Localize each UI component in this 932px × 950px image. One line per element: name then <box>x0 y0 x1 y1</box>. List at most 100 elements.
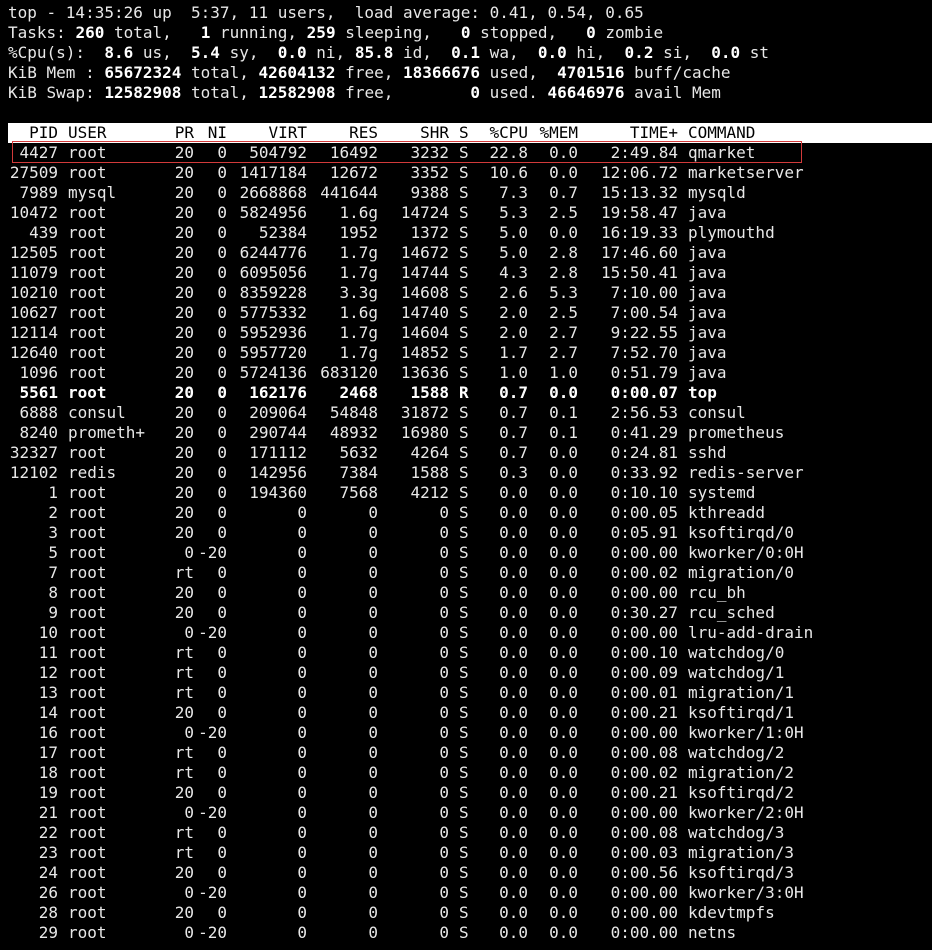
process-pr: 20 <box>174 363 194 382</box>
process-row[interactable]: 12114 root 20 0 5952936 1.7g 14604 S 2.0 2.7 9:22.… <box>0 323 932 343</box>
process-time: 0:00.08 <box>610 823 678 842</box>
process-cpu: 0.3 <box>499 463 528 482</box>
process-ni: 0 <box>217 263 227 282</box>
process-virt: 0 <box>297 803 307 822</box>
process-row[interactable]: 7989 mysql 20 0 2668868 441644 9388 S 7.3 0.7 15:1… <box>0 183 932 203</box>
process-row[interactable]: 24 root 20 0 0 0 0 S 0.0 0.0 0:00.56 ksoftirqd/3 <box>0 863 932 883</box>
col-virt[interactable]: VIRT <box>227 123 307 143</box>
process-mem: 0.0 <box>549 723 578 742</box>
col-cpu[interactable]: %CPU <box>474 123 528 143</box>
process-ni: 0 <box>217 763 227 782</box>
process-row[interactable]: 19 root 20 0 0 0 0 S 0.0 0.0 0:00.21 ksoftirqd/2 <box>0 783 932 803</box>
process-row[interactable]: 10210 root 20 0 8359228 3.3g 14608 S 2.6 5.3 7:10.… <box>0 283 932 303</box>
process-res: 7568 <box>339 483 378 502</box>
swap-free: 12582908 <box>258 83 336 102</box>
process-row[interactable]: 5 root 0 -20 0 0 0 S 0.0 0.0 0:00.00 kworker/0:0H <box>0 543 932 563</box>
process-row[interactable]: 5561 root 20 0 162176 2468 1588 R 0.7 0.0 0:00.07 t… <box>0 383 932 403</box>
tasks-zombie-label: zombie <box>595 23 664 42</box>
process-row[interactable]: 7 root rt 0 0 0 0 S 0.0 0.0 0:00.02 migration/0 <box>0 563 932 583</box>
process-time: 0:00.56 <box>610 863 678 882</box>
process-pr: 0 <box>184 923 194 942</box>
process-cpu: 0.0 <box>499 903 528 922</box>
process-res: 1.7g <box>339 243 378 262</box>
process-shr: 0 <box>439 903 449 922</box>
process-state: S <box>459 603 469 622</box>
terminal-window[interactable]: top - 14:35:26 up 5:37, 11 users, load a… <box>0 0 932 950</box>
process-row[interactable]: 10472 root 20 0 5824956 1.6g 14724 S 5.3 2.5 19:58… <box>0 203 932 223</box>
process-cpu: 0.7 <box>499 403 528 422</box>
col-res[interactable]: RES <box>307 123 378 143</box>
process-state: S <box>459 403 469 422</box>
col-mem[interactable]: %MEM <box>528 123 578 143</box>
process-row[interactable]: 29 root 0 -20 0 0 0 S 0.0 0.0 0:00.00 netns <box>0 923 932 943</box>
process-row[interactable]: 28 root 20 0 0 0 0 S 0.0 0.0 0:00.00 kdevtmpfs <box>0 903 932 923</box>
process-cpu: 0.0 <box>499 883 528 902</box>
process-time: 0:00.07 <box>610 383 678 402</box>
process-mem: 0.0 <box>549 643 578 662</box>
process-state: S <box>459 463 469 482</box>
process-time: 0:00.00 <box>610 583 678 602</box>
process-row[interactable]: 1 root 20 0 194360 7568 4212 S 0.0 0.0 0:10.10 syst… <box>0 483 932 503</box>
process-row[interactable]: 32327 root 20 0 171112 5632 4264 S 0.7 0.0 0:24.81… <box>0 443 932 463</box>
process-row[interactable]: 8240 prometh+ 20 0 290744 48932 16980 S 0.7 0.1 0:… <box>0 423 932 443</box>
process-res: 0 <box>368 843 378 862</box>
col-state[interactable]: S <box>459 123 469 143</box>
process-row[interactable]: 12640 root 20 0 5957720 1.7g 14852 S 1.7 2.7 7:52.… <box>0 343 932 363</box>
col-command[interactable]: COMMAND <box>688 123 755 143</box>
process-pr: 20 <box>174 523 194 542</box>
process-res: 0 <box>368 583 378 602</box>
process-row[interactable]: 8 root 20 0 0 0 0 S 0.0 0.0 0:00.00 rcu_bh <box>0 583 932 603</box>
process-state: S <box>459 303 469 322</box>
col-pr[interactable]: PR <box>158 123 194 143</box>
process-user: root <box>68 523 107 542</box>
process-row[interactable]: 23 root rt 0 0 0 0 S 0.0 0.0 0:00.03 migration/3 <box>0 843 932 863</box>
process-state: S <box>459 443 469 462</box>
cpu-us: 8.6 <box>104 43 134 62</box>
col-ni[interactable]: NI <box>194 123 227 143</box>
process-row[interactable]: 22 root rt 0 0 0 0 S 0.0 0.0 0:00.08 watchdog/3 <box>0 823 932 843</box>
process-pid: 17 <box>38 743 58 762</box>
process-pid: 22 <box>38 823 58 842</box>
process-row[interactable]: 27509 root 20 0 1417184 12672 3352 S 10.6 0.0 12:0… <box>0 163 932 183</box>
col-shr[interactable]: SHR <box>378 123 449 143</box>
process-row[interactable]: 1096 root 20 0 5724136 683120 13636 S 1.0 1.0 0:51… <box>0 363 932 383</box>
process-state: S <box>459 663 469 682</box>
process-row[interactable]: 21 root 0 -20 0 0 0 S 0.0 0.0 0:00.00 kworker/2:0H <box>0 803 932 823</box>
column-header: PID USER PR NI VIRT RES SHR S %CPU %MEM … <box>8 123 932 143</box>
process-pid: 7 <box>48 563 58 582</box>
process-command: watchdog/3 <box>688 823 785 842</box>
process-row[interactable]: 14 root 20 0 0 0 0 S 0.0 0.0 0:00.21 ksoftirqd/1 <box>0 703 932 723</box>
col-user[interactable]: USER <box>68 123 107 143</box>
process-row[interactable]: 12505 root 20 0 6244776 1.7g 14672 S 5.0 2.8 17:46… <box>0 243 932 263</box>
process-row[interactable]: 10 root 0 -20 0 0 0 S 0.0 0.0 0:00.00 lru-add-drain <box>0 623 932 643</box>
process-row[interactable]: 13 root rt 0 0 0 0 S 0.0 0.0 0:00.01 migration/1 <box>0 683 932 703</box>
process-row[interactable]: 10627 root 20 0 5775332 1.6g 14740 S 2.0 2.5 7:00.… <box>0 303 932 323</box>
process-cpu: 2.0 <box>499 323 528 342</box>
process-row[interactable]: 16 root 0 -20 0 0 0 S 0.0 0.0 0:00.00 kworker/1:0H <box>0 723 932 743</box>
process-row[interactable]: 3 root 20 0 0 0 0 S 0.0 0.0 0:05.91 ksoftirqd/0 <box>0 523 932 543</box>
process-row[interactable]: 439 root 20 0 52384 1952 1372 S 5.0 0.0 16:19.33 pl… <box>0 223 932 243</box>
process-row[interactable]: 9 root 20 0 0 0 0 S 0.0 0.0 0:30.27 rcu_sched <box>0 603 932 623</box>
process-pr: 20 <box>174 603 194 622</box>
process-row[interactable]: 11 root rt 0 0 0 0 S 0.0 0.0 0:00.10 watchdog/0 <box>0 643 932 663</box>
process-row[interactable]: 18 root rt 0 0 0 0 S 0.0 0.0 0:00.02 migration/2 <box>0 763 932 783</box>
process-row[interactable]: 17 root rt 0 0 0 0 S 0.0 0.0 0:00.08 watchdog/2 <box>0 743 932 763</box>
process-pr: 20 <box>174 283 194 302</box>
process-shr: 9388 <box>410 183 449 202</box>
process-row[interactable]: 26 root 0 -20 0 0 0 S 0.0 0.0 0:00.00 kworker/3:0H <box>0 883 932 903</box>
process-cpu: 0.7 <box>499 423 528 442</box>
col-time[interactable]: TIME+ <box>578 123 678 143</box>
process-state: R <box>459 383 469 402</box>
process-res: 0 <box>368 723 378 742</box>
process-time: 0:00.05 <box>610 503 678 522</box>
process-pid: 19 <box>38 783 58 802</box>
process-row[interactable]: 12102 redis 20 0 142956 7384 1588 S 0.3 0.0 0:33.9… <box>0 463 932 483</box>
process-row[interactable]: 6888 consul 20 0 209064 54848 31872 S 0.7 0.1 2:56… <box>0 403 932 423</box>
process-row[interactable]: 2 root 20 0 0 0 0 S 0.0 0.0 0:00.05 kthreadd <box>0 503 932 523</box>
process-time: 0:41.29 <box>610 423 678 442</box>
col-pid[interactable]: PID <box>8 123 58 143</box>
mem-used: 18366676 <box>402 63 481 82</box>
tasks-sleeping-label: sleeping, <box>335 23 432 42</box>
process-row[interactable]: 12 root rt 0 0 0 0 S 0.0 0.0 0:00.09 watchdog/1 <box>0 663 932 683</box>
process-row[interactable]: 11079 root 20 0 6095056 1.7g 14744 S 4.3 2.8 15:50… <box>0 263 932 283</box>
